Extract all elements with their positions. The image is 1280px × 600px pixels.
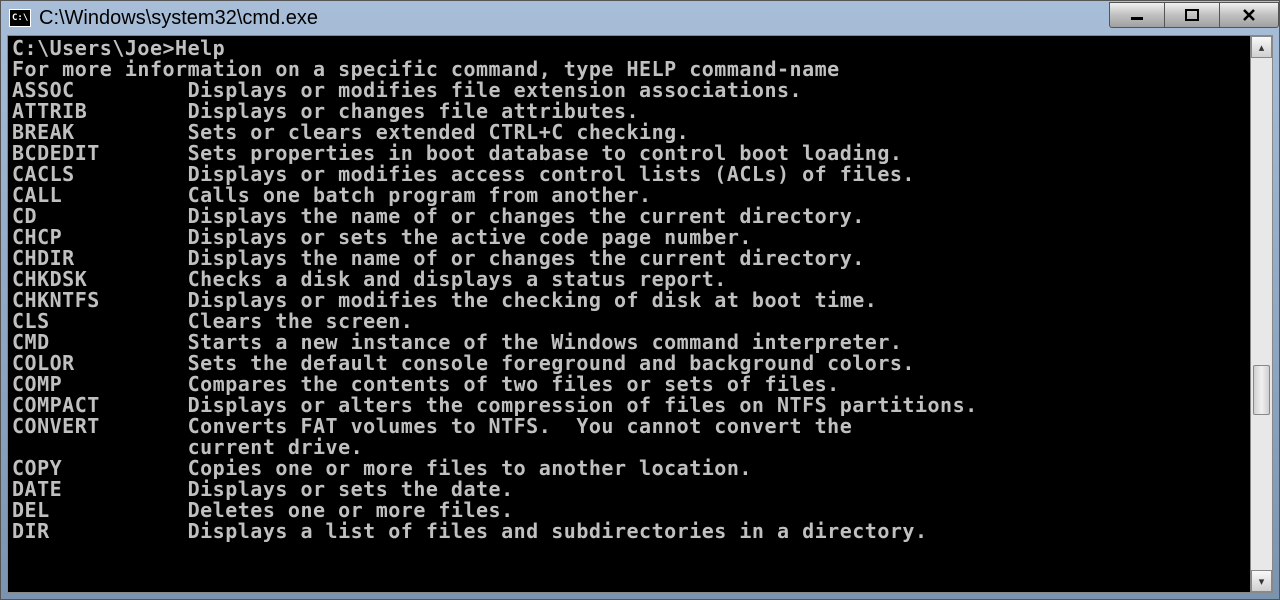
cmd-window: C:\ C:\Windows\system32\cmd.exe C:\Users…: [0, 0, 1280, 600]
terminal-output[interactable]: C:\Users\Joe>HelpFor more information on…: [8, 36, 1250, 592]
scroll-thumb[interactable]: [1253, 365, 1270, 415]
terminal-line: For more information on a specific comma…: [12, 59, 1246, 80]
maximize-button[interactable]: [1164, 2, 1220, 28]
terminal-line: CMD Starts a new instance of the Windows…: [12, 332, 1246, 353]
terminal-line: CHCP Displays or sets the active code pa…: [12, 227, 1246, 248]
terminal-line: CHKNTFS Displays or modifies the checkin…: [12, 290, 1246, 311]
app-icon-text: C:\: [12, 13, 28, 23]
minimize-button[interactable]: [1109, 2, 1165, 28]
terminal-line: COMPACT Displays or alters the compressi…: [12, 395, 1246, 416]
window-controls: [1110, 2, 1279, 30]
terminal-line: ATTRIB Displays or changes file attribut…: [12, 101, 1246, 122]
scroll-up-arrow-icon[interactable]: ▴: [1251, 36, 1272, 58]
terminal-line: CLS Clears the screen.: [12, 311, 1246, 332]
terminal-line: CALL Calls one batch program from anothe…: [12, 185, 1246, 206]
app-icon[interactable]: C:\: [9, 9, 31, 27]
terminal-line: DEL Deletes one or more files.: [12, 500, 1246, 521]
terminal-line: DATE Displays or sets the date.: [12, 479, 1246, 500]
terminal-line: CONVERT Converts FAT volumes to NTFS. Yo…: [12, 416, 1246, 437]
terminal-line: CHDIR Displays the name of or changes th…: [12, 248, 1246, 269]
terminal-line: CD Displays the name of or changes the c…: [12, 206, 1246, 227]
scroll-down-arrow-icon[interactable]: ▾: [1251, 570, 1272, 592]
vertical-scrollbar[interactable]: ▴ ▾: [1250, 36, 1272, 592]
title-bar[interactable]: C:\ C:\Windows\system32\cmd.exe: [1, 1, 1279, 35]
terminal-line: COPY Copies one or more files to another…: [12, 458, 1246, 479]
terminal-line: COLOR Sets the default console foregroun…: [12, 353, 1246, 374]
terminal-line: CACLS Displays or modifies access contro…: [12, 164, 1246, 185]
terminal-line: BREAK Sets or clears extended CTRL+C che…: [12, 122, 1246, 143]
terminal-line: CHKDSK Checks a disk and displays a stat…: [12, 269, 1246, 290]
window-title: C:\Windows\system32\cmd.exe: [39, 7, 1110, 30]
terminal-line: BCDEDIT Sets properties in boot database…: [12, 143, 1246, 164]
terminal-line: COMP Compares the contents of two files …: [12, 374, 1246, 395]
terminal-line: C:\Users\Joe>Help: [12, 38, 1246, 59]
scroll-track[interactable]: [1251, 58, 1272, 570]
content-area: C:\Users\Joe>HelpFor more information on…: [7, 35, 1273, 593]
close-button[interactable]: [1219, 2, 1279, 28]
terminal-line: DIR Displays a list of files and subdire…: [12, 521, 1246, 542]
terminal-line: current drive.: [12, 437, 1246, 458]
terminal-line: ASSOC Displays or modifies file extensio…: [12, 80, 1246, 101]
